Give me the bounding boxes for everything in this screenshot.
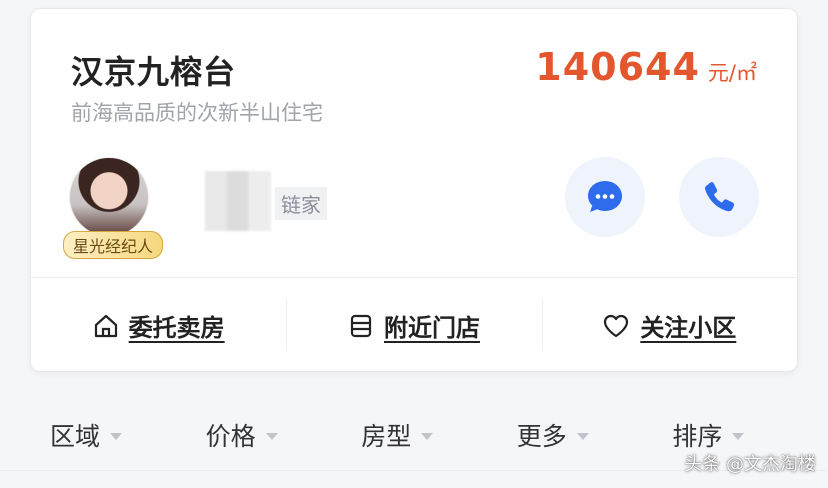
house-icon xyxy=(94,314,117,337)
filter-more[interactable]: 更多 xyxy=(517,400,673,470)
previous-card-edge xyxy=(0,0,828,8)
listing-title: 汉京九榕台 xyxy=(71,53,237,91)
nearby-stores-label: 附近门店 xyxy=(383,314,480,342)
filter-sort-label: 排序 xyxy=(672,422,723,451)
entrust-sell-button[interactable]: 委托卖房 xyxy=(31,278,286,373)
follow-community-label: 关注小区 xyxy=(640,314,737,342)
dropdown-arrow-icon xyxy=(576,433,589,440)
agent-name-blurred xyxy=(205,171,271,231)
dropdown-arrow-icon xyxy=(421,433,434,440)
store-icon xyxy=(350,314,372,337)
card-actions: 委托卖房 附近门店 关注小区 xyxy=(31,278,797,373)
listing-subtitle: 前海高品质的次新半山住宅 xyxy=(71,101,323,125)
phone-icon xyxy=(705,182,735,212)
filter-layout[interactable]: 房型 xyxy=(361,400,517,470)
watermark: 头条 @文杰淘楼 xyxy=(684,454,816,475)
page: 汉京九榕台 前海高品质的次新半山住宅 140644 元/㎡ 星光经纪人 链家 委… xyxy=(0,0,828,488)
agent-info[interactable]: 星光经纪人 链家 xyxy=(63,157,569,259)
dropdown-arrow-icon xyxy=(732,433,745,440)
filter-price-label: 价格 xyxy=(205,422,256,451)
filter-layout-label: 房型 xyxy=(361,422,412,451)
dropdown-arrow-icon xyxy=(265,433,278,440)
heart-icon xyxy=(604,314,629,337)
filter-area[interactable]: 区域 xyxy=(50,400,206,470)
filter-more-label: 更多 xyxy=(516,422,567,451)
call-button[interactable] xyxy=(679,157,759,237)
nearby-stores-button[interactable]: 附近门店 xyxy=(286,278,541,373)
follow-community-button[interactable]: 关注小区 xyxy=(541,278,797,373)
agent-company: 链家 xyxy=(275,187,327,220)
listing-card[interactable]: 汉京九榕台 前海高品质的次新半山住宅 140644 元/㎡ 星光经纪人 链家 委… xyxy=(30,8,798,372)
price-value: 140644 xyxy=(535,45,700,89)
filter-area-label: 区域 xyxy=(50,422,101,451)
chat-button[interactable] xyxy=(565,157,645,237)
agent-badge: 星光经纪人 xyxy=(63,231,164,259)
unit-price: 140644 元/㎡ xyxy=(535,45,757,89)
entrust-sell-label: 委托卖房 xyxy=(128,314,225,342)
filter-price[interactable]: 价格 xyxy=(206,400,362,470)
price-unit: 元/㎡ xyxy=(707,61,757,85)
chat-bubble-icon xyxy=(588,181,622,212)
dropdown-arrow-icon xyxy=(110,433,123,440)
agent-avatar[interactable] xyxy=(69,157,149,237)
